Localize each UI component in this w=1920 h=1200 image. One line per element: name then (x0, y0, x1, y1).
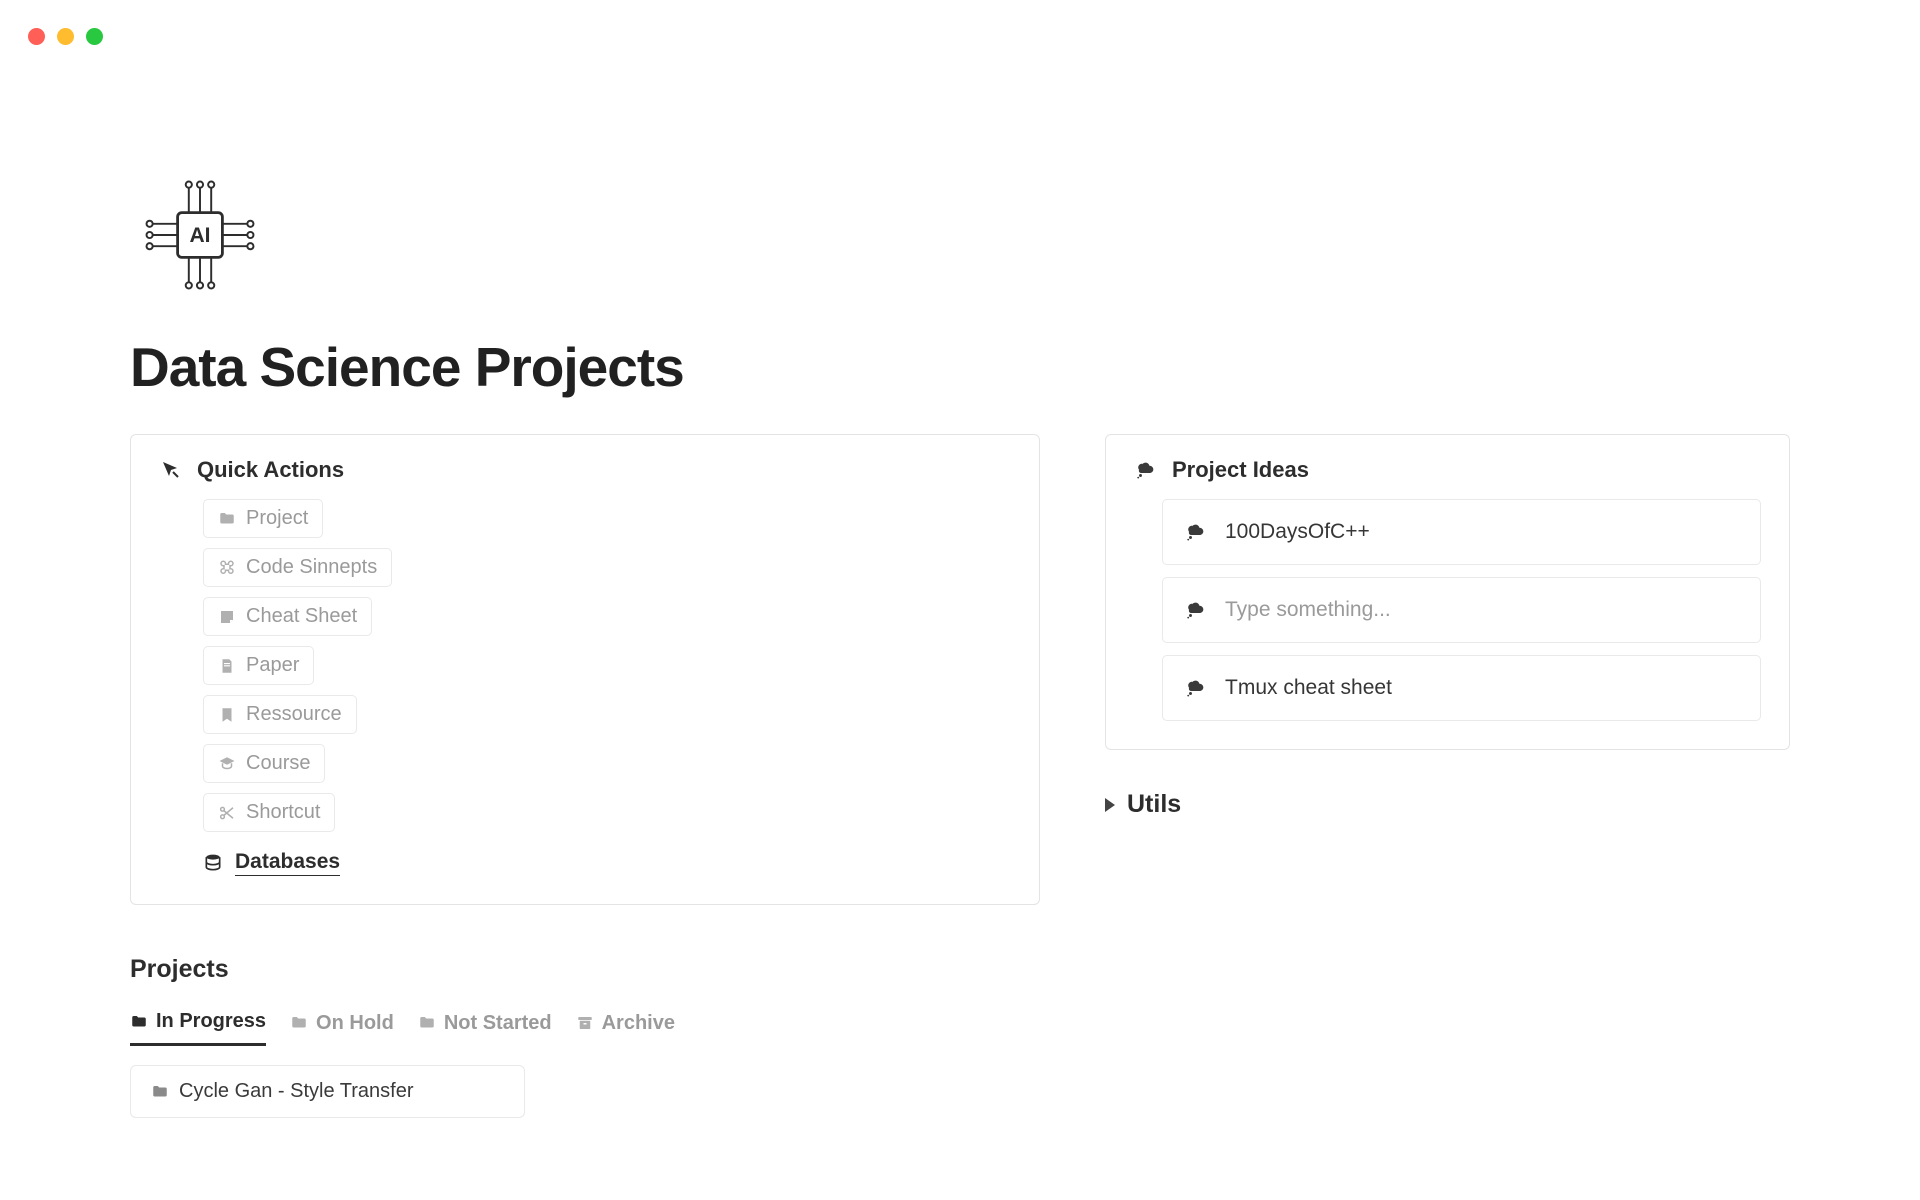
thought-bubble-icon (1185, 677, 1207, 699)
cursor-click-icon (159, 458, 183, 482)
idea-card-new[interactable]: Type something... (1162, 577, 1761, 643)
database-icon (203, 853, 223, 873)
svg-text:AI: AI (190, 224, 211, 247)
idea-label: Tmux cheat sheet (1225, 676, 1392, 700)
triangle-right-icon (1105, 798, 1115, 812)
archive-icon (576, 1014, 594, 1032)
projects-section: Projects In Progress On Hold (130, 955, 1040, 1118)
scissors-icon (218, 804, 236, 822)
quick-action-label: Ressource (246, 703, 342, 726)
databases-link[interactable]: Databases (203, 850, 340, 876)
quick-action-label: Paper (246, 654, 299, 677)
command-icon (218, 559, 236, 577)
folder-icon (418, 1014, 436, 1032)
minimize-window-button[interactable] (57, 28, 74, 45)
folder-icon (151, 1083, 169, 1101)
page-title[interactable]: Data Science Projects (130, 335, 1790, 399)
quick-action-course[interactable]: Course (203, 744, 325, 783)
tab-on-hold[interactable]: On Hold (290, 1010, 394, 1046)
thought-bubble-icon (1185, 599, 1207, 621)
quick-actions-panel: Quick Actions Project Code Sinnepts (130, 434, 1040, 905)
project-ideas-panel: Project Ideas 100DaysOfC++ Type somethin… (1105, 434, 1790, 750)
project-ideas-title: Project Ideas (1172, 457, 1309, 483)
quick-action-label: Cheat Sheet (246, 605, 357, 628)
utils-toggle[interactable]: Utils (1105, 790, 1790, 819)
tab-in-progress[interactable]: In Progress (130, 1010, 266, 1046)
quick-action-ressource[interactable]: Ressource (203, 695, 357, 734)
tab-label: Not Started (444, 1012, 552, 1035)
quick-action-label: Shortcut (246, 801, 320, 824)
quick-actions-title: Quick Actions (197, 457, 344, 483)
thought-bubble-icon (1185, 521, 1207, 543)
quick-action-code-snippets[interactable]: Code Sinnepts (203, 548, 392, 587)
page-icon (218, 657, 236, 675)
project-card-label: Cycle Gan - Style Transfer (179, 1080, 414, 1103)
tab-label: Archive (602, 1012, 675, 1035)
quick-actions-list: Project Code Sinnepts Cheat Sheet (159, 499, 1011, 876)
close-window-button[interactable] (28, 28, 45, 45)
idea-card-100days[interactable]: 100DaysOfC++ (1162, 499, 1761, 565)
folder-icon (290, 1014, 308, 1032)
projects-tabs: In Progress On Hold Not Started (130, 1010, 1040, 1047)
maximize-window-button[interactable] (86, 28, 103, 45)
project-ideas-list: 100DaysOfC++ Type something... Tmux chea… (1134, 499, 1761, 721)
quick-action-label: Code Sinnepts (246, 556, 377, 579)
tab-archive[interactable]: Archive (576, 1010, 675, 1046)
graduation-cap-icon (218, 755, 236, 773)
folder-icon (130, 1013, 148, 1031)
page-icon-ai-chip[interactable]: AI (130, 165, 270, 305)
quick-action-label: Course (246, 752, 310, 775)
utils-label: Utils (1127, 790, 1181, 819)
projects-heading: Projects (130, 955, 1040, 984)
folder-icon (218, 510, 236, 528)
thought-bubble-icon (1134, 458, 1158, 482)
bookmark-icon (218, 706, 236, 724)
idea-card-tmux[interactable]: Tmux cheat sheet (1162, 655, 1761, 721)
quick-action-shortcut[interactable]: Shortcut (203, 793, 335, 832)
quick-action-label: Project (246, 507, 308, 530)
sticky-note-icon (218, 608, 236, 626)
quick-action-project[interactable]: Project (203, 499, 323, 538)
tab-label: In Progress (156, 1010, 266, 1033)
project-card-cycle-gan[interactable]: Cycle Gan - Style Transfer (130, 1065, 525, 1118)
idea-label: 100DaysOfC++ (1225, 520, 1370, 544)
quick-action-cheat-sheet[interactable]: Cheat Sheet (203, 597, 372, 636)
tab-label: On Hold (316, 1012, 394, 1035)
idea-placeholder: Type something... (1225, 598, 1391, 622)
tab-not-started[interactable]: Not Started (418, 1010, 552, 1046)
databases-label: Databases (235, 850, 340, 876)
quick-action-paper[interactable]: Paper (203, 646, 314, 685)
window-controls (0, 0, 1920, 45)
